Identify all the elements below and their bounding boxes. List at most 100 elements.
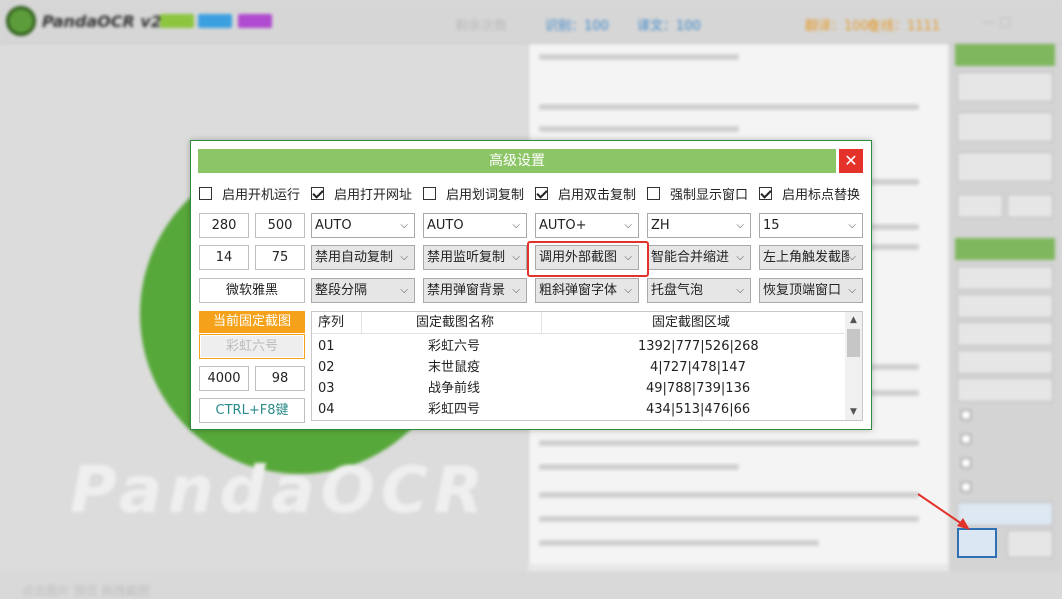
cell-index: 03 bbox=[318, 381, 335, 396]
checkbox-force-show-window[interactable]: 强制显示窗口 bbox=[647, 185, 749, 203]
table-row[interactable]: 01 彩虹六号 1392|777|526|268 bbox=[312, 336, 844, 357]
column-header-name[interactable]: 固定截图名称 bbox=[416, 312, 494, 334]
table-row[interactable]: 02 末世鼠疫 4|727|478|147 bbox=[312, 357, 844, 378]
checkbox-open-url[interactable]: 启用打开网址 bbox=[311, 185, 413, 203]
number-field[interactable]: 98 bbox=[255, 366, 305, 391]
current-fixed-screenshot-name[interactable]: 彩虹六号 bbox=[199, 334, 305, 359]
scrollbar-thumb[interactable] bbox=[847, 329, 860, 357]
select-corner-trigger[interactable]: 左上角触发截图 ⌵ bbox=[759, 245, 863, 270]
checkbox-double-click-copy[interactable]: 启用双击复制 bbox=[535, 185, 637, 203]
cell-region: 49|788|739|136 bbox=[646, 381, 751, 396]
select-value: AUTO+ bbox=[539, 218, 587, 233]
red-highlight-annotation bbox=[527, 241, 649, 277]
number-field[interactable]: 4000 bbox=[199, 366, 249, 391]
select-ocr-source[interactable]: AUTO ⌵ bbox=[311, 213, 415, 238]
select-value: 15 bbox=[763, 218, 780, 233]
select-tray-bubble[interactable]: 托盘气泡 ⌵ bbox=[647, 278, 751, 303]
checkbox-box[interactable] bbox=[199, 186, 212, 200]
cell-name: 战争前线 bbox=[428, 381, 481, 396]
number-field[interactable]: 75 bbox=[255, 245, 305, 270]
number-field[interactable]: 500 bbox=[255, 213, 305, 238]
dialog-title: 高级设置 bbox=[198, 149, 836, 173]
sidebar-header bbox=[955, 44, 1055, 66]
sidebar-select[interactable] bbox=[957, 350, 1053, 374]
scroll-down-icon[interactable]: ▼ bbox=[845, 406, 862, 418]
select-listen-copy[interactable]: 禁用监听复制 ⌵ bbox=[423, 245, 527, 270]
close-button[interactable]: ✕ bbox=[839, 149, 863, 173]
select-language[interactable]: ZH ⌵ bbox=[647, 213, 751, 238]
fixed-screenshot-table: 序列 固定截图名称 固定截图区域 01 彩虹六号 1392|777|526|26… bbox=[311, 311, 863, 421]
cell-name: 彩虹六号 bbox=[428, 339, 481, 354]
table-header: 序列 固定截图名称 固定截图区域 bbox=[312, 312, 844, 334]
sidebar-button[interactable] bbox=[957, 194, 1003, 218]
sidebar-button[interactable] bbox=[957, 152, 1053, 182]
table-row[interactable]: 03 战争前线 49|788|739|136 bbox=[312, 378, 844, 399]
select-value: 禁用监听复制 bbox=[427, 250, 506, 265]
sidebar-select[interactable] bbox=[957, 322, 1053, 346]
checkbox-label: 启用划词复制 bbox=[446, 187, 525, 203]
checkbox-punctuation-replace[interactable]: 启用标点替换 bbox=[759, 185, 860, 203]
current-fixed-name-text: 彩虹六号 bbox=[225, 339, 278, 354]
sidebar-button[interactable] bbox=[1007, 194, 1053, 218]
checkbox-autostart[interactable]: 启用开机运行 bbox=[199, 185, 300, 203]
sidebar-checkbox[interactable] bbox=[961, 434, 971, 444]
select-value: 智能合并缩进 bbox=[651, 250, 730, 265]
checkbox-box[interactable] bbox=[535, 186, 548, 200]
chevron-down-icon: ⌵ bbox=[848, 285, 856, 296]
font-field[interactable]: 微软雅黑 bbox=[199, 278, 305, 303]
checkbox-label: 强制显示窗口 bbox=[670, 187, 749, 203]
chevron-down-icon: ⌵ bbox=[736, 252, 744, 263]
cell-index: 01 bbox=[318, 339, 335, 354]
scroll-up-icon[interactable]: ▲ bbox=[845, 314, 862, 326]
stat-fanyi: 翻译：1000 bbox=[805, 19, 878, 34]
select-smart-merge[interactable]: 智能合并缩进 ⌵ bbox=[647, 245, 751, 270]
cell-region: 1392|777|526|268 bbox=[638, 339, 759, 354]
window-controls-icon[interactable]: — □ bbox=[982, 15, 1011, 30]
sidebar-checkbox[interactable] bbox=[961, 410, 971, 420]
chevron-down-icon: ⌵ bbox=[512, 285, 520, 296]
cell-index: 04 bbox=[318, 402, 335, 417]
chevron-down-icon: ⌵ bbox=[736, 285, 744, 296]
sidebar-select[interactable] bbox=[957, 266, 1053, 290]
stat-online: 在线：1111 bbox=[868, 19, 941, 34]
chevron-down-icon: ⌵ bbox=[848, 252, 856, 263]
select-translate-source[interactable]: AUTO ⌵ bbox=[423, 213, 527, 238]
table-scrollbar[interactable]: ▲ ▼ bbox=[845, 312, 862, 420]
checkbox-box[interactable] bbox=[423, 186, 436, 200]
select-auto-copy[interactable]: 禁用自动复制 ⌵ bbox=[311, 245, 415, 270]
cell-region: 434|513|476|66 bbox=[646, 402, 751, 417]
checkbox-label: 启用双击复制 bbox=[558, 187, 637, 203]
checkbox-select-copy[interactable]: 启用划词复制 bbox=[423, 185, 525, 203]
sidebar-button[interactable] bbox=[957, 72, 1053, 102]
column-header-region[interactable]: 固定截图区域 bbox=[652, 312, 730, 334]
select-value: 禁用自动复制 bbox=[315, 250, 394, 265]
cell-name: 彩虹四号 bbox=[428, 402, 481, 417]
checkbox-box[interactable] bbox=[311, 186, 324, 200]
advanced-settings-dialog: 高级设置 ✕ 启用开机运行 启用打开网址 启用划词复制 启用双击复制 强制显示窗… bbox=[190, 140, 872, 430]
select-auto-plus[interactable]: AUTO+ ⌵ bbox=[535, 213, 639, 238]
checkbox-box[interactable] bbox=[647, 186, 660, 200]
select-restore-top-window[interactable]: 恢复顶端窗口 ⌵ bbox=[759, 278, 863, 303]
current-fixed-screenshot-button[interactable]: 当前固定截图 bbox=[199, 311, 305, 333]
number-field[interactable]: 280 bbox=[199, 213, 249, 238]
sidebar-button[interactable] bbox=[1007, 530, 1053, 558]
select-size[interactable]: 15 ⌵ bbox=[759, 213, 863, 238]
badge-chip bbox=[160, 14, 194, 28]
column-header-index[interactable]: 序列 bbox=[318, 312, 344, 334]
checkbox-label: 启用打开网址 bbox=[334, 187, 413, 203]
select-popup-font[interactable]: 粗斜弹窗字体 ⌵ bbox=[535, 278, 639, 303]
background-watermark: PandaOCR bbox=[70, 454, 490, 528]
hotkey-field[interactable]: CTRL+F8键 bbox=[199, 398, 305, 423]
chevron-down-icon: ⌵ bbox=[848, 220, 856, 231]
select-popup-background[interactable]: 禁用弹窗背景 ⌵ bbox=[423, 278, 527, 303]
sidebar-select[interactable] bbox=[957, 378, 1053, 402]
sidebar-select[interactable] bbox=[957, 294, 1053, 318]
checkbox-box[interactable] bbox=[759, 186, 772, 200]
cell-name: 末世鼠疫 bbox=[428, 360, 481, 375]
table-row[interactable]: 04 彩虹四号 434|513|476|66 bbox=[312, 399, 844, 420]
select-paragraph-separator[interactable]: 整段分隔 ⌵ bbox=[311, 278, 415, 303]
number-field[interactable]: 14 bbox=[199, 245, 249, 270]
sidebar-button[interactable] bbox=[957, 112, 1053, 142]
sidebar-checkbox[interactable] bbox=[961, 458, 971, 468]
cell-region: 4|727|478|147 bbox=[650, 360, 746, 375]
